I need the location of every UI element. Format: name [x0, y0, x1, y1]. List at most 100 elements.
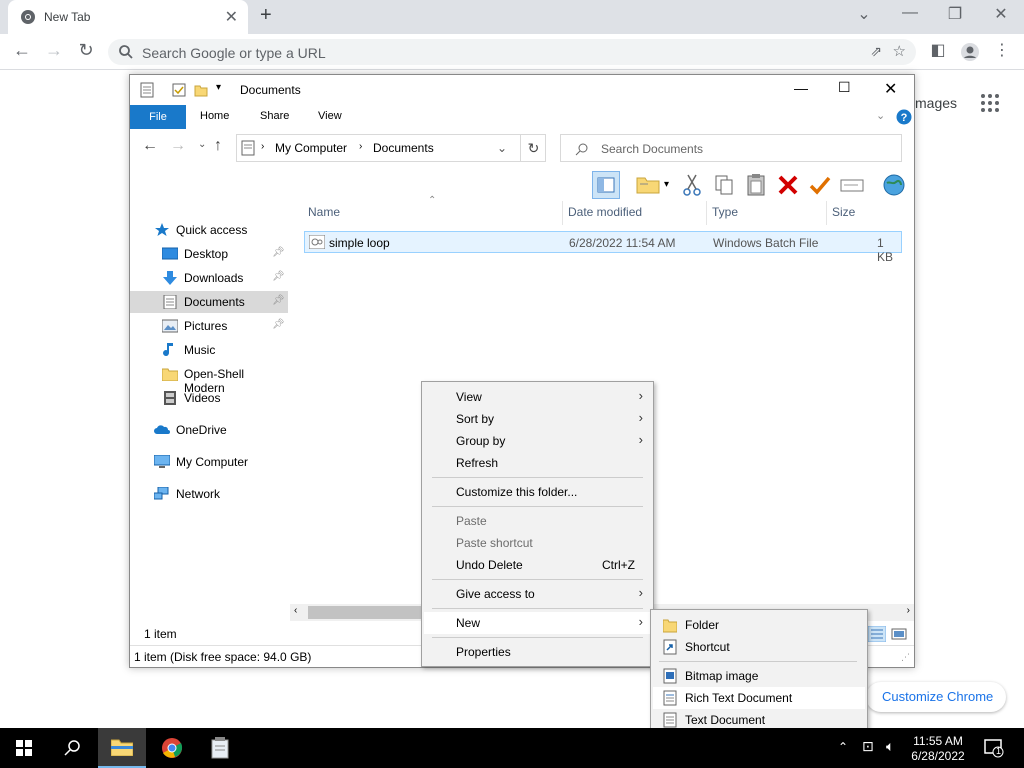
nav-music[interactable]: Music: [130, 339, 288, 361]
submenu-item-shortcut[interactable]: Shortcut: [653, 636, 865, 658]
select-check-icon[interactable]: [806, 171, 834, 199]
ribbon-tab-file[interactable]: File: [130, 105, 186, 129]
menu-item-customize-folder[interactable]: Customize this folder...: [424, 481, 651, 503]
menu-item-group-by[interactable]: Group by ›: [424, 430, 651, 452]
ribbon-tab-home[interactable]: Home: [200, 110, 229, 122]
qa-dropdown-icon[interactable]: ▾: [216, 82, 221, 93]
nav-onedrive[interactable]: OneDrive: [130, 419, 288, 441]
help-icon[interactable]: ?: [896, 109, 912, 125]
column-header-date[interactable]: Date modified: [568, 205, 642, 219]
explorer-close-button[interactable]: ✕: [884, 79, 897, 99]
chrome-restore-button[interactable]: ❐: [943, 4, 967, 24]
menu-item-paste-shortcut[interactable]: Paste shortcut: [424, 532, 651, 554]
omnibox[interactable]: Search Google or type a URL ⇗ ☆: [108, 39, 916, 65]
nav-desktop[interactable]: Desktop 📌︎: [130, 243, 288, 265]
large-icons-view-icon[interactable]: [890, 626, 908, 642]
search-documents-input[interactable]: Search Documents: [560, 134, 902, 162]
ribbon-expand-icon[interactable]: ⌄: [876, 109, 885, 122]
share-icon[interactable]: ⇗: [870, 43, 882, 60]
new-tab-button[interactable]: +: [260, 4, 272, 27]
menu-item-refresh[interactable]: Refresh: [424, 452, 651, 474]
nav-forward-icon[interactable]: →: [170, 137, 186, 155]
scrollbar-thumb[interactable]: [308, 606, 428, 619]
menu-item-view[interactable]: View ›: [424, 386, 651, 408]
menu-item-properties[interactable]: Properties: [424, 641, 651, 663]
nav-up-icon[interactable]: ↑: [214, 137, 222, 155]
chrome-tab-new-tab[interactable]: New Tab ✕: [8, 0, 248, 34]
details-view-icon[interactable]: [868, 626, 886, 642]
column-header-name[interactable]: Name: [308, 205, 340, 219]
resize-grip-icon[interactable]: ⋰: [901, 652, 910, 663]
volume-icon[interactable]: 🔈︎: [886, 738, 894, 755]
cut-icon[interactable]: [678, 171, 706, 199]
submenu-item-bitmap-image[interactable]: Bitmap image: [653, 665, 865, 687]
document-properties-icon[interactable]: [140, 82, 154, 98]
google-apps-icon[interactable]: [980, 93, 1000, 113]
explorer-maximize-button[interactable]: ☐: [838, 79, 851, 96]
menu-item-new[interactable]: New ›: [424, 612, 651, 634]
profile-avatar-icon[interactable]: [960, 42, 980, 62]
nav-back-icon[interactable]: ←: [142, 137, 158, 155]
tab-close-icon[interactable]: ✕: [225, 7, 238, 27]
chrome-minimize-icon[interactable]: —: [898, 4, 922, 22]
ribbon-tab-share[interactable]: Share: [260, 110, 289, 122]
network-globe-icon[interactable]: [880, 171, 908, 199]
menu-item-sort-by[interactable]: Sort by ›: [424, 408, 651, 430]
taskbar-file-explorer[interactable]: [98, 728, 146, 768]
customize-chrome-button[interactable]: Customize Chrome: [866, 682, 1006, 712]
scroll-left-icon[interactable]: ‹: [294, 605, 297, 616]
explorer-minimize-button[interactable]: —: [794, 80, 808, 96]
ribbon-tab-view[interactable]: View: [318, 110, 342, 122]
refresh-icon[interactable]: ↻: [520, 135, 546, 161]
taskbar-chrome[interactable]: [148, 728, 196, 768]
taskbar-clock[interactable]: 11:55 AM 6/28/2022: [908, 734, 968, 764]
nav-pictures[interactable]: Pictures 📌︎: [130, 315, 288, 337]
paste-icon[interactable]: [742, 171, 770, 199]
taskbar-search-button[interactable]: [48, 728, 96, 768]
back-icon[interactable]: ←: [10, 40, 34, 61]
scroll-right-icon[interactable]: ›: [907, 605, 910, 616]
notification-center-button[interactable]: 1: [984, 738, 1004, 758]
checkbox-toggle-icon[interactable]: [172, 82, 186, 98]
menu-item-give-access[interactable]: Give access to ›: [424, 583, 651, 605]
new-folder-icon[interactable]: [194, 82, 208, 98]
column-header-size[interactable]: Size: [832, 205, 855, 219]
chrome-close-button[interactable]: ✕: [989, 4, 1013, 24]
column-divider[interactable]: [706, 201, 707, 225]
file-row-simple-loop[interactable]: simple loop 6/28/2022 11:54 AM Windows B…: [304, 231, 902, 264]
copy-icon[interactable]: [710, 171, 738, 199]
breadcrumb-my-computer[interactable]: My Computer: [275, 141, 347, 155]
forward-icon[interactable]: →: [42, 40, 66, 61]
start-button[interactable]: [0, 728, 48, 768]
rename-icon[interactable]: [838, 171, 866, 199]
nav-quick-access[interactable]: Quick access: [130, 219, 288, 241]
submenu-item-rich-text-document[interactable]: Rich Text Document: [653, 687, 865, 709]
nav-downloads[interactable]: Downloads 📌︎: [130, 267, 288, 289]
network-tray-icon[interactable]: ⊡: [862, 738, 874, 755]
address-dropdown-icon[interactable]: ⌄: [497, 141, 507, 155]
breadcrumb-documents[interactable]: Documents: [373, 141, 434, 155]
column-header-type[interactable]: Type: [712, 205, 738, 219]
side-panel-icon[interactable]: ◧: [926, 40, 950, 60]
tray-chevron-up-icon[interactable]: ⌃: [838, 740, 848, 754]
menu-item-undo-delete[interactable]: Undo Delete Ctrl+Z: [424, 554, 651, 576]
nav-open-shell-modern[interactable]: Open-Shell Modern: [130, 363, 288, 395]
reload-icon[interactable]: ↻: [74, 40, 98, 61]
column-divider[interactable]: [562, 201, 563, 225]
nav-documents[interactable]: Documents 📌︎: [130, 291, 288, 313]
address-bar[interactable]: › My Computer › Documents ⌄: [236, 134, 546, 162]
menu-item-paste[interactable]: Paste: [424, 510, 651, 532]
nav-my-computer[interactable]: My Computer: [130, 451, 288, 473]
delete-icon[interactable]: [774, 171, 802, 199]
chrome-minimize-button[interactable]: ⌄: [852, 4, 876, 24]
preview-pane-icon[interactable]: [592, 171, 620, 199]
folder-properties-icon[interactable]: [634, 171, 662, 199]
taskbar-notepad-app[interactable]: [196, 728, 244, 768]
ntp-images-link[interactable]: mages: [915, 95, 957, 111]
bookmark-star-icon[interactable]: ☆: [893, 42, 906, 60]
toolbar-dropdown-icon[interactable]: ▾: [664, 179, 669, 190]
nav-network[interactable]: Network: [130, 483, 288, 505]
column-divider[interactable]: [826, 201, 827, 225]
chrome-menu-icon[interactable]: ⋮: [990, 40, 1014, 60]
submenu-item-folder[interactable]: Folder: [653, 614, 865, 636]
